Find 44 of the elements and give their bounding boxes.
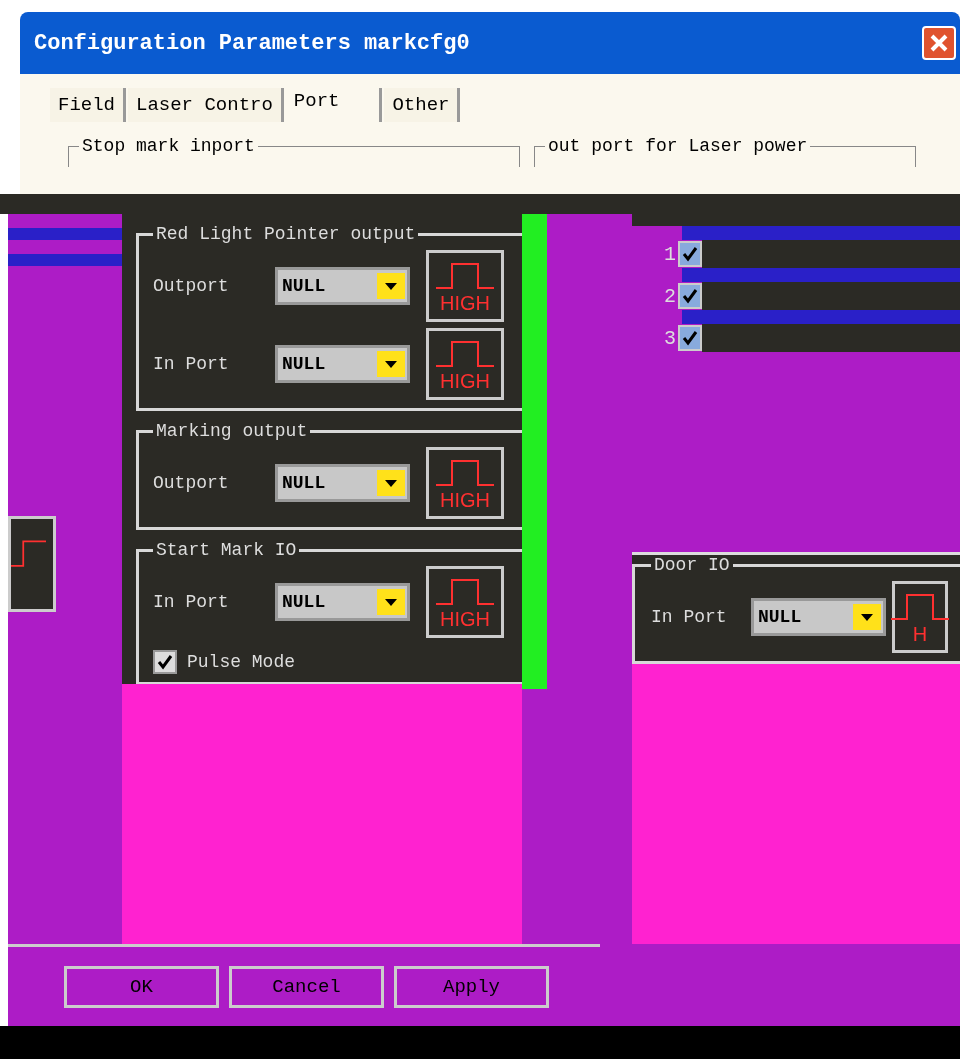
port-dropdown[interactable]: NULL (275, 267, 410, 305)
level-button[interactable]: HIGH (426, 566, 504, 638)
pulse-icon (889, 591, 951, 623)
dialog-button[interactable]: OK (64, 965, 219, 1008)
port-dropdown[interactable]: NULL (275, 345, 410, 383)
field-label: Outport (153, 276, 230, 296)
check-icon (682, 247, 698, 262)
channel-number: 3 (663, 326, 677, 350)
tab[interactable]: Field (50, 88, 126, 122)
check-icon (157, 655, 173, 670)
field-label: Outport (153, 473, 230, 493)
port-dropdown[interactable]: NULL (275, 583, 410, 621)
channel-number: 2 (663, 284, 677, 308)
checkbox[interactable] (678, 241, 702, 267)
dialog-button[interactable]: Apply (394, 965, 549, 1008)
pulse-icon (434, 576, 496, 608)
level-button[interactable]: HIGH (426, 328, 504, 400)
pulse-icon (434, 457, 496, 489)
pulse-icon (434, 338, 496, 370)
window-title: Configuration Parameters markcfg0 (34, 30, 470, 56)
port-dropdown[interactable]: NULL (751, 598, 886, 636)
checkbox-label: Pulse Mode (187, 652, 296, 672)
checkbox[interactable] (678, 283, 702, 309)
checkbox[interactable] (678, 325, 702, 351)
pulse-icon (434, 260, 496, 292)
field-label: In Port (651, 607, 728, 627)
pulse-icon (8, 516, 56, 612)
tab[interactable]: Laser Contro (128, 88, 284, 122)
group-title: out port for Laser power (547, 136, 809, 156)
level-button[interactable]: H (892, 581, 948, 653)
dialog-button[interactable]: Cancel (229, 965, 384, 1008)
tab[interactable]: Other (384, 88, 461, 122)
channel-number: 1 (663, 242, 677, 266)
check-icon (682, 289, 698, 304)
checkbox[interactable] (153, 650, 177, 674)
close-icon (928, 32, 950, 54)
level-button[interactable]: HIGH (426, 447, 504, 519)
field-label: In Port (153, 592, 230, 612)
field-label: In Port (153, 354, 230, 374)
check-icon (682, 331, 698, 346)
port-dropdown[interactable]: NULL (275, 464, 410, 502)
close-button[interactable] (922, 26, 956, 60)
group-title: Stop mark inport (81, 136, 256, 156)
level-button[interactable]: HIGH (426, 250, 504, 322)
